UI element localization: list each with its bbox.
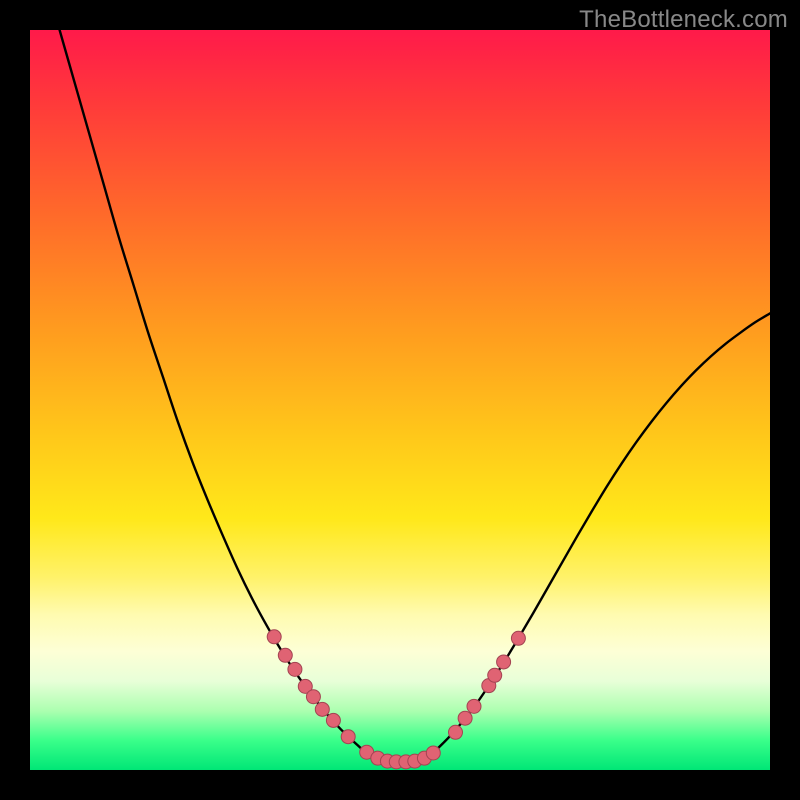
- plot-area: [30, 30, 770, 770]
- data-point: [426, 746, 440, 760]
- data-point: [306, 690, 320, 704]
- data-point: [288, 662, 302, 676]
- data-point: [497, 655, 511, 669]
- data-point: [488, 668, 502, 682]
- data-point: [315, 702, 329, 716]
- data-point: [467, 699, 481, 713]
- chart-svg: [30, 30, 770, 770]
- data-point: [458, 711, 472, 725]
- watermark-label: TheBottleneck.com: [579, 6, 788, 34]
- data-point: [449, 725, 463, 739]
- data-point: [278, 648, 292, 662]
- data-point: [267, 630, 281, 644]
- data-point: [511, 631, 525, 645]
- bottleneck-curve: [60, 30, 770, 763]
- chart-frame: TheBottleneck.com: [0, 0, 800, 800]
- data-point: [341, 730, 355, 744]
- data-point: [326, 713, 340, 727]
